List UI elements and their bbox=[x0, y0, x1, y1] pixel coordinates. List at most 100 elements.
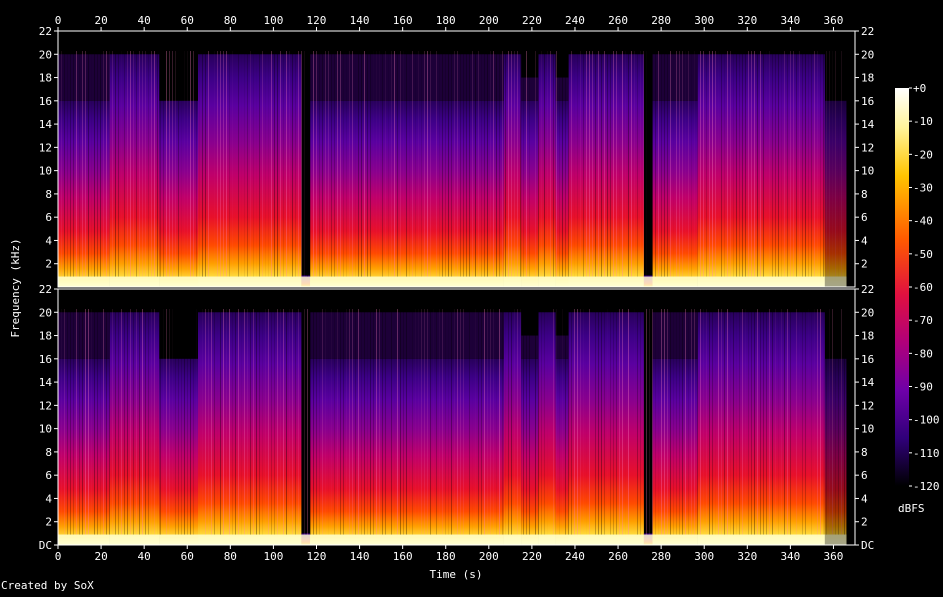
texture-stripe bbox=[754, 309, 755, 535]
colorbar-tick-label: +0 bbox=[913, 82, 926, 95]
texture-stripe bbox=[706, 309, 707, 535]
texture-stripe bbox=[82, 309, 83, 535]
texture-stripe bbox=[133, 309, 134, 535]
texture-stripe bbox=[382, 51, 383, 277]
texture-stripe bbox=[463, 309, 464, 535]
texture-stripe bbox=[358, 309, 359, 535]
y-tick-label-right: 6 bbox=[861, 469, 868, 482]
texture-stripe bbox=[301, 309, 302, 535]
texture-stripe bbox=[526, 51, 527, 277]
x-tick-label: 360 bbox=[824, 550, 844, 563]
texture-stripe bbox=[100, 309, 101, 535]
texture-stripe bbox=[454, 51, 455, 277]
texture-stripe bbox=[361, 51, 362, 277]
texture-stripe bbox=[715, 309, 716, 535]
texture-stripe bbox=[817, 309, 818, 535]
texture-stripe bbox=[88, 51, 89, 277]
texture-stripe bbox=[247, 309, 248, 535]
y-tick-label-right: 16 bbox=[861, 353, 874, 366]
texture-stripe bbox=[259, 51, 260, 277]
texture-stripe bbox=[169, 51, 170, 277]
texture-stripe bbox=[712, 309, 713, 535]
texture-stripe bbox=[310, 51, 311, 277]
y-tick-label: DC bbox=[39, 539, 52, 552]
texture-stripe bbox=[763, 309, 764, 535]
texture-stripe bbox=[193, 309, 194, 535]
texture-stripe bbox=[106, 309, 107, 535]
texture-stripe bbox=[286, 51, 287, 277]
texture-stripe bbox=[109, 309, 110, 535]
texture-stripe bbox=[319, 51, 320, 277]
texture-stripe bbox=[118, 309, 119, 535]
texture-stripe bbox=[199, 51, 200, 277]
texture-stripe bbox=[424, 51, 425, 277]
sox-credit: Created by SoX bbox=[1, 579, 94, 592]
texture-stripe bbox=[724, 309, 725, 535]
texture-stripe bbox=[691, 51, 692, 277]
texture-stripe bbox=[214, 51, 215, 277]
fade-out bbox=[824, 289, 847, 545]
texture-stripe bbox=[397, 309, 398, 535]
texture-stripe bbox=[73, 309, 74, 535]
texture-stripe bbox=[766, 309, 767, 535]
texture-stripe bbox=[445, 51, 446, 277]
x-tick-label-top: 80 bbox=[224, 14, 237, 27]
texture-stripe bbox=[283, 51, 284, 277]
texture-stripe bbox=[508, 51, 509, 277]
texture-stripe bbox=[415, 51, 416, 277]
texture-stripe bbox=[778, 51, 779, 277]
texture-stripe bbox=[805, 309, 806, 535]
texture-stripe bbox=[322, 309, 323, 535]
texture-stripe bbox=[712, 51, 713, 277]
texture-stripe bbox=[121, 309, 122, 535]
x-tick-label-top: 300 bbox=[694, 14, 714, 27]
texture-stripe bbox=[373, 309, 374, 535]
texture-stripe bbox=[403, 309, 404, 535]
texture-stripe bbox=[265, 309, 266, 535]
texture-stripe bbox=[586, 51, 587, 277]
y-tick-label-right: 8 bbox=[861, 188, 868, 201]
texture-stripe bbox=[76, 51, 77, 277]
texture-stripe bbox=[160, 51, 161, 277]
texture-stripe bbox=[229, 309, 230, 535]
y-tick-label-right: 20 bbox=[861, 48, 874, 61]
texture-stripe bbox=[430, 51, 431, 277]
texture-stripe bbox=[145, 51, 146, 277]
texture-stripe bbox=[607, 51, 608, 277]
spectrogram-figure: 2 2 4 4 6 6 8 8 10 10 12 12 14 14 16 16 18 18 20 20 22 22 DC DC… bbox=[0, 0, 943, 593]
fade-out bbox=[824, 31, 847, 287]
texture-stripe bbox=[220, 51, 221, 277]
texture-stripe bbox=[190, 309, 191, 535]
colorbar-tick-label: -70 bbox=[913, 314, 933, 327]
texture-stripe bbox=[751, 51, 752, 277]
texture-stripe bbox=[589, 309, 590, 535]
texture-stripe bbox=[799, 51, 800, 277]
texture-stripe bbox=[685, 51, 686, 277]
x-tick-label: 220 bbox=[522, 550, 542, 563]
texture-stripe bbox=[211, 309, 212, 535]
texture-stripe bbox=[226, 309, 227, 535]
texture-stripe bbox=[487, 309, 488, 535]
x-tick-label: 240 bbox=[565, 550, 585, 563]
channel-1-spectrogram bbox=[58, 31, 855, 288]
texture-stripe bbox=[268, 51, 269, 277]
texture-stripe bbox=[460, 309, 461, 535]
texture-stripe bbox=[823, 309, 824, 535]
texture-stripe bbox=[139, 51, 140, 277]
texture-stripe bbox=[811, 309, 812, 535]
texture-stripe bbox=[370, 309, 371, 535]
texture-stripe bbox=[769, 51, 770, 277]
texture-stripe bbox=[586, 309, 587, 535]
texture-stripe bbox=[391, 309, 392, 535]
y-tick-label-right: 8 bbox=[861, 446, 868, 459]
texture-stripe bbox=[418, 51, 419, 277]
texture-stripe bbox=[451, 51, 452, 277]
texture-stripe bbox=[628, 51, 629, 277]
texture-stripe bbox=[400, 51, 401, 277]
texture-stripe bbox=[61, 309, 62, 535]
y-tick-label: 20 bbox=[39, 48, 52, 61]
texture-stripe bbox=[439, 309, 440, 535]
texture-stripe bbox=[694, 51, 695, 277]
texture-stripe bbox=[271, 51, 272, 277]
texture-stripe bbox=[304, 51, 305, 277]
